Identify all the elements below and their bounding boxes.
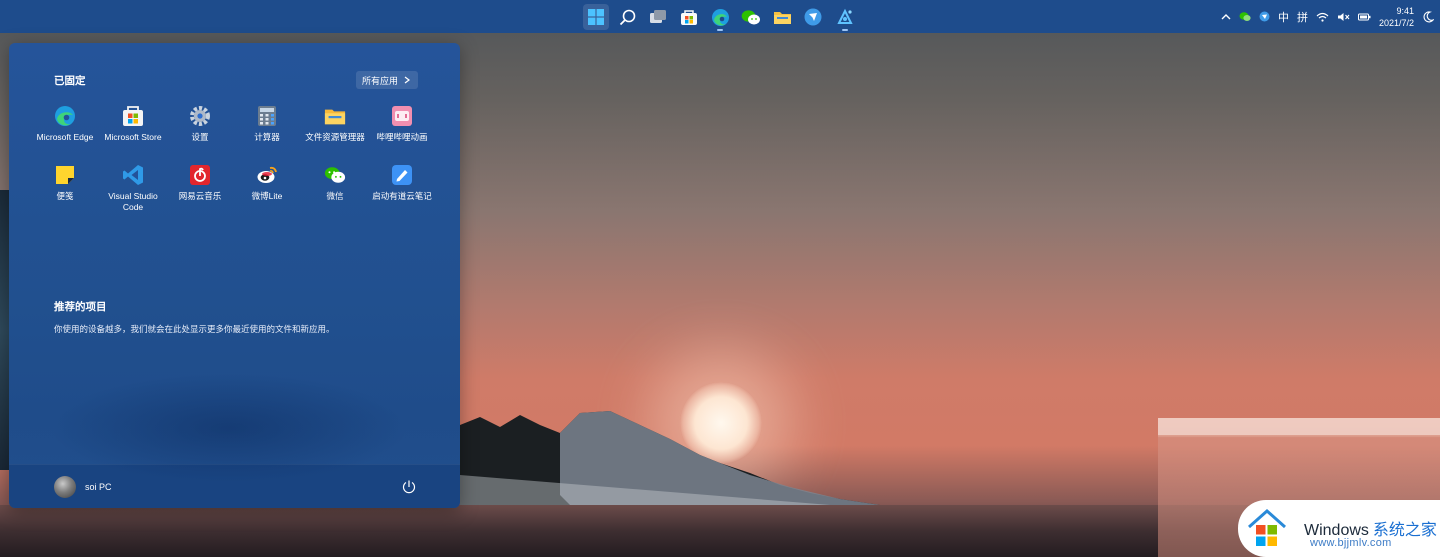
taskbar-wechat[interactable]: [738, 4, 764, 30]
pinned-app-label: 微博Lite: [251, 191, 283, 201]
pinned-app-youdao-note[interactable]: 启动有道云笔记: [367, 164, 437, 202]
house-logo-icon: [1248, 508, 1286, 546]
pinned-app-calculator[interactable]: 计算器: [232, 105, 302, 143]
taskbar: 中 拼 9:41 2021/7/2: [0, 0, 1440, 33]
ime-name[interactable]: 拼: [1297, 9, 1308, 25]
pinned-app-label: 启动有道云笔记: [372, 191, 432, 201]
recommended-section-title: 推荐的项目: [54, 301, 107, 313]
netease-music-icon: [190, 165, 210, 185]
clock-time: 9:41: [1396, 5, 1414, 16]
wechat-icon: [324, 167, 346, 183]
watermark-bar: [1158, 418, 1440, 435]
running-indicator: [717, 29, 723, 31]
windows-start-icon: [588, 9, 604, 25]
bilibili-icon: [392, 106, 412, 126]
power-icon[interactable]: [401, 479, 417, 495]
search-button[interactable]: [614, 4, 640, 30]
pinned-app-vscode[interactable]: Visual Studio Code: [98, 164, 168, 212]
avatar[interactable]: [54, 476, 76, 498]
pinned-app-label: 哔哩哔哩动画: [376, 132, 428, 142]
settings-icon: [190, 106, 210, 126]
taskbar-feishu[interactable]: [800, 4, 826, 30]
wechat-icon: [741, 9, 760, 24]
running-indicator: [842, 29, 848, 31]
pinned-app-bilibili[interactable]: 哔哩哔哩动画: [367, 105, 437, 143]
taskbar-store[interactable]: [676, 4, 702, 30]
start-menu: 已固定 所有应用 Microsoft Edge Microsoft Store …: [9, 43, 460, 508]
search-icon: [619, 9, 635, 25]
wifi-icon[interactable]: [1316, 12, 1329, 22]
pinned-app-file-explorer[interactable]: 文件资源管理器: [300, 105, 370, 143]
folder-icon: [324, 109, 346, 125]
dev-tool-icon: [837, 8, 853, 24]
file-explorer-icon: [773, 12, 791, 24]
pinned-app-label: 文件资源管理器: [305, 132, 365, 142]
edge-icon: [55, 106, 75, 126]
pinned-app-netease-music[interactable]: 网易云音乐: [165, 164, 235, 202]
youdao-note-icon: [392, 165, 412, 185]
task-view-icon: [650, 10, 666, 23]
battery-plugged-icon[interactable]: [1357, 12, 1371, 22]
store-icon: [123, 106, 143, 126]
moon-icon[interactable]: [1422, 10, 1434, 23]
watermark-badge: Windows 系统之家 www.bjjmlv.com: [1238, 500, 1440, 557]
taskbar-edge[interactable]: [707, 4, 733, 31]
pinned-app-sticky-notes[interactable]: 便笺: [30, 164, 100, 202]
task-view-button[interactable]: [645, 4, 671, 30]
pinned-app-label: Visual Studio Code: [108, 191, 158, 212]
pinned-section-title: 已固定: [54, 75, 86, 87]
pinned-app-label: Microsoft Edge: [36, 132, 94, 142]
taskbar-file-explorer[interactable]: [769, 4, 795, 30]
clock-date: 2021/7/2: [1378, 17, 1414, 28]
start-button[interactable]: [583, 4, 609, 30]
all-apps-button[interactable]: 所有应用: [356, 71, 419, 89]
volume-muted-icon[interactable]: [1337, 12, 1350, 22]
start-menu-footer: soi PC: [9, 464, 460, 508]
edge-icon: [711, 8, 729, 26]
pinned-app-label: 网易云音乐: [178, 191, 222, 201]
taskbar-dev-tool[interactable]: [832, 4, 858, 31]
wechat-tray-icon[interactable]: [1239, 11, 1251, 22]
microsoft-store-icon: [681, 9, 697, 25]
all-apps-label: 所有应用: [362, 75, 399, 86]
pinned-app-weibo[interactable]: 微博Lite: [232, 164, 302, 202]
pinned-app-label: Microsoft Store: [104, 132, 162, 142]
feishu-tray-icon[interactable]: [1259, 11, 1270, 22]
recommended-description: 你使用的设备越多，我们就会在此处显示更多你最近使用的文件和新应用。: [54, 324, 335, 334]
pinned-app-label: 设置: [191, 132, 209, 142]
pinned-app-wechat[interactable]: 微信: [300, 164, 370, 202]
chevron-up-icon[interactable]: [1221, 13, 1231, 21]
calculator-icon: [258, 106, 276, 126]
user-name[interactable]: soi PC: [85, 482, 112, 492]
pinned-app-settings[interactable]: 设置: [165, 105, 235, 143]
pinned-app-label: 微信: [326, 191, 344, 201]
weibo-icon: [257, 166, 277, 183]
sticky-notes-icon: [56, 166, 74, 184]
clock[interactable]: 9:41 2021/7/2: [1379, 5, 1414, 29]
pinned-app-store[interactable]: Microsoft Store: [98, 105, 168, 143]
wallpaper-island: [460, 411, 880, 515]
pinned-app-label: 计算器: [254, 132, 280, 142]
vscode-icon: [123, 165, 143, 185]
pinned-app-edge[interactable]: Microsoft Edge: [30, 105, 100, 143]
watermark-url: www.bjjmlv.com: [1310, 537, 1392, 549]
system-tray: 中 拼 9:41 2021/7/2: [1221, 0, 1434, 33]
chevron-right-icon: [404, 76, 411, 84]
pinned-app-label: 便笺: [56, 191, 74, 201]
feishu-icon: [804, 8, 822, 26]
ime-mode[interactable]: 中: [1278, 9, 1289, 25]
